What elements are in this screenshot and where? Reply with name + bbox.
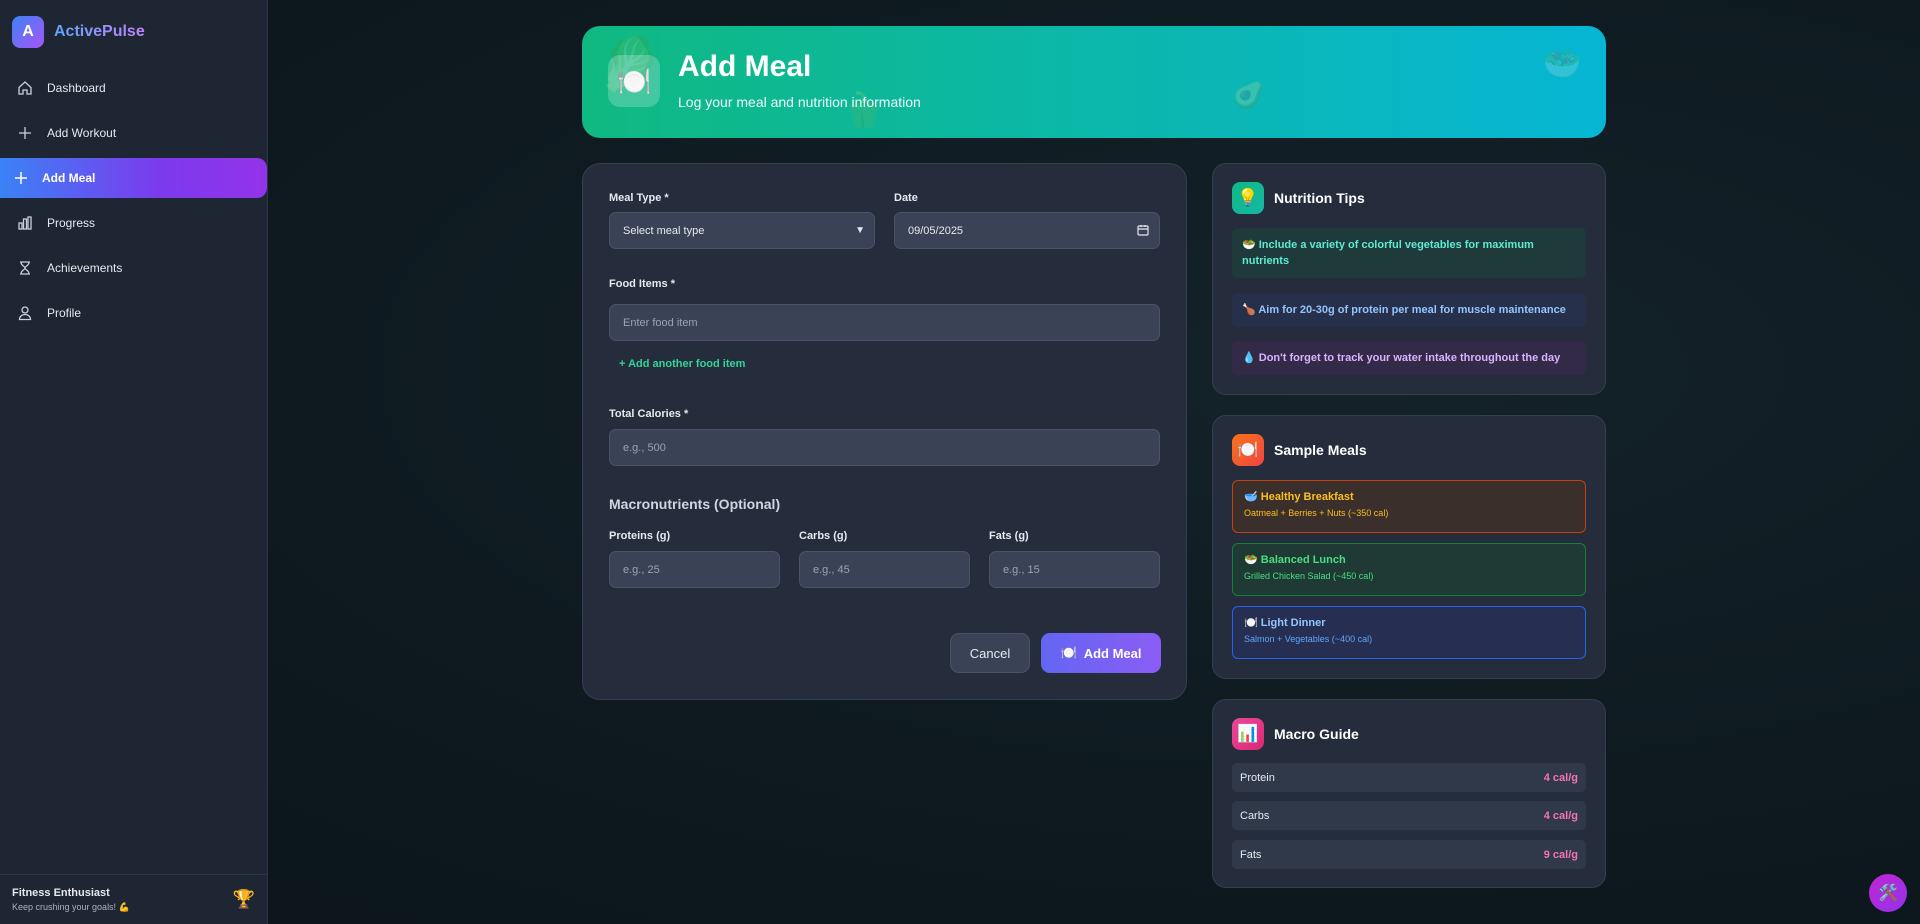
tools-icon: 🛠️ (1878, 885, 1898, 902)
decorative-salad-icon: 🥗 (1542, 45, 1582, 81)
calories-input[interactable]: e.g., 500 (609, 429, 1160, 466)
sidebar-item-label: Add Workout (47, 126, 117, 140)
macro-row: Fats 9 cal/g (1232, 840, 1586, 869)
macros-section-title: Macronutrients (Optional) (609, 496, 781, 512)
tools-fab-button[interactable]: 🛠️ (1869, 874, 1907, 912)
user-summary: Fitness Enthusiast Keep crushing your go… (0, 874, 267, 924)
fats-placeholder: e.g., 15 (1003, 563, 1040, 576)
proteins-input[interactable]: e.g., 25 (609, 551, 780, 588)
macro-name: Carbs (1240, 809, 1270, 822)
tip-item: 💧 Don't forget to track your water intak… (1232, 341, 1586, 375)
card-title: Macro Guide (1274, 726, 1359, 742)
macro-value: 9 cal/g (1543, 848, 1578, 861)
meal-type-label: Meal Type * (609, 192, 669, 204)
page-title: Add Meal (678, 50, 812, 83)
calories-placeholder: e.g., 500 (623, 441, 666, 454)
macro-name: Fats (1240, 848, 1262, 861)
fats-input[interactable]: e.g., 15 (989, 551, 1160, 588)
hourglass-icon (16, 259, 34, 277)
meal-form: Meal Type * Select meal type ▼ Date 09/0… (582, 163, 1187, 700)
meal-icon: 🍽️ (1060, 645, 1077, 660)
trophy-icon: 🏆 (232, 889, 255, 909)
sidebar-item-add-workout[interactable]: Add Workout (0, 113, 267, 153)
sample-meal-title: 🥣 Healthy Breakfast (1244, 491, 1354, 503)
sample-meal-desc: Oatmeal + Berries + Nuts (~350 cal) (1244, 508, 1389, 518)
sample-meal-lunch[interactable]: 🥗 Balanced Lunch Grilled Chicken Salad (… (1232, 543, 1586, 596)
sample-meals-card: 🍽️ Sample Meals 🥣 Healthy Breakfast Oatm… (1212, 415, 1606, 679)
user-icon (16, 304, 34, 322)
calories-label: Total Calories * (609, 408, 689, 420)
sidebar-item-achievements[interactable]: Achievements (0, 248, 267, 288)
chevron-down-icon: ▼ (855, 225, 865, 236)
card-title: Nutrition Tips (1274, 190, 1365, 206)
plus-icon (16, 124, 34, 142)
date-input[interactable]: 09/05/2025 (894, 212, 1160, 249)
add-meal-button-label: Add Meal (1083, 645, 1142, 661)
meal-icon: 🍽️ (608, 55, 660, 107)
food-item-placeholder: Enter food item (623, 316, 698, 329)
bar-chart-icon (16, 214, 34, 232)
sample-meal-title: 🥗 Balanced Lunch (1244, 554, 1346, 566)
sidebar-item-label: Dashboard (47, 81, 106, 95)
meal-type-value: Select meal type (623, 224, 705, 237)
sidebar-item-add-meal[interactable]: Add Meal (0, 158, 267, 198)
add-meal-button[interactable]: 🍽️ Add Meal (1041, 633, 1161, 673)
lightbulb-icon: 💡 (1232, 182, 1264, 214)
sidebar-nav: Dashboard Add Workout Add Meal Progress … (0, 68, 267, 333)
decorative-avocado-icon: 🥑 (1232, 80, 1265, 110)
card-title: Sample Meals (1274, 442, 1367, 458)
macro-guide-card: 📊 Macro Guide Protein 4 cal/g Carbs 4 ca… (1212, 699, 1606, 888)
brand-name: ActivePulse (54, 23, 145, 40)
nutrition-tips-card: 💡 Nutrition Tips 🥗 Include a variety of … (1212, 163, 1606, 395)
sidebar-item-label: Achievements (47, 261, 123, 275)
sidebar-item-label: Profile (47, 306, 82, 320)
add-food-item-link[interactable]: + Add another food item (619, 358, 745, 370)
sidebar: A ActivePulse Dashboard Add Workout Add … (0, 0, 268, 924)
sidebar-item-progress[interactable]: Progress (0, 203, 267, 243)
sidebar-item-label: Progress (47, 216, 96, 230)
tip-item: 🍗 Aim for 20-30g of protein per meal for… (1232, 293, 1586, 327)
food-item-input[interactable]: Enter food item (609, 304, 1160, 341)
sample-meal-title: 🍽️ Light Dinner (1244, 617, 1326, 629)
date-label: Date (894, 192, 918, 204)
home-icon (16, 79, 34, 97)
user-tagline: Keep crushing your goals! 💪 (12, 901, 130, 912)
carbs-input[interactable]: e.g., 45 (799, 551, 970, 588)
tip-item: 🥗 Include a variety of colorful vegetabl… (1232, 228, 1586, 278)
proteins-label: Proteins (g) (609, 530, 671, 542)
chart-icon: 📊 (1232, 718, 1264, 750)
page-header: 🥬 🫑 🥑 🥗 🍽️ Add Meal Log your meal and nu… (582, 26, 1606, 138)
macro-name: Protein (1240, 771, 1275, 784)
date-value: 09/05/2025 (908, 224, 964, 237)
macro-row: Carbs 4 cal/g (1232, 801, 1586, 830)
brand-logo: A (12, 16, 44, 48)
brand[interactable]: A ActivePulse (0, 0, 267, 64)
macro-value: 4 cal/g (1543, 809, 1578, 822)
meal-type-select[interactable]: Select meal type ▼ (609, 212, 875, 249)
food-items-label: Food Items * (609, 278, 676, 290)
carbs-label: Carbs (g) (799, 530, 848, 542)
macro-row: Protein 4 cal/g (1232, 763, 1586, 792)
sidebar-item-dashboard[interactable]: Dashboard (0, 68, 267, 108)
sidebar-item-label: Add Meal (42, 171, 96, 185)
user-name: Fitness Enthusiast (12, 886, 110, 899)
sample-meal-breakfast[interactable]: 🥣 Healthy Breakfast Oatmeal + Berries + … (1232, 480, 1586, 533)
plate-icon: 🍽️ (1232, 434, 1264, 466)
carbs-placeholder: e.g., 45 (813, 563, 850, 576)
calendar-icon[interactable] (1137, 224, 1149, 239)
sample-meal-dinner[interactable]: 🍽️ Light Dinner Salmon + Vegetables (~40… (1232, 606, 1586, 659)
macro-value: 4 cal/g (1543, 771, 1578, 784)
page-subtitle: Log your meal and nutrition information (678, 94, 921, 110)
proteins-placeholder: e.g., 25 (623, 563, 660, 576)
sidebar-item-profile[interactable]: Profile (0, 293, 267, 333)
plus-icon (12, 169, 30, 187)
fats-label: Fats (g) (989, 530, 1029, 542)
sample-meal-desc: Grilled Chicken Salad (~450 cal) (1244, 571, 1374, 581)
sample-meal-desc: Salmon + Vegetables (~400 cal) (1244, 634, 1373, 644)
cancel-button[interactable]: Cancel (950, 633, 1030, 673)
